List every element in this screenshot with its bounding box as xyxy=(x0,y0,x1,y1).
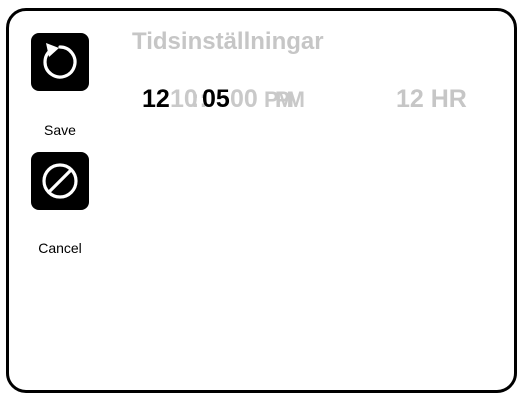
cancel-label: Cancel xyxy=(38,240,82,256)
cancel-button[interactable] xyxy=(31,152,89,210)
ampm-ghost: PM xyxy=(275,87,305,112)
save-label: Save xyxy=(44,122,76,138)
minute-ghost: 00 xyxy=(230,85,258,113)
time-settings-screen: Save Cancel Tidsinställningar 12 10 :: 0… xyxy=(6,8,517,393)
minute-field[interactable]: 05 xyxy=(202,85,230,114)
hour-format-toggle[interactable]: 12 HR xyxy=(396,85,467,114)
page-title: Tidsinställningar xyxy=(132,28,324,55)
prohibited-icon xyxy=(42,163,78,199)
rotate-ccw-icon xyxy=(43,43,77,79)
save-button[interactable] xyxy=(31,33,89,91)
hour-field[interactable]: 12 xyxy=(142,85,170,114)
